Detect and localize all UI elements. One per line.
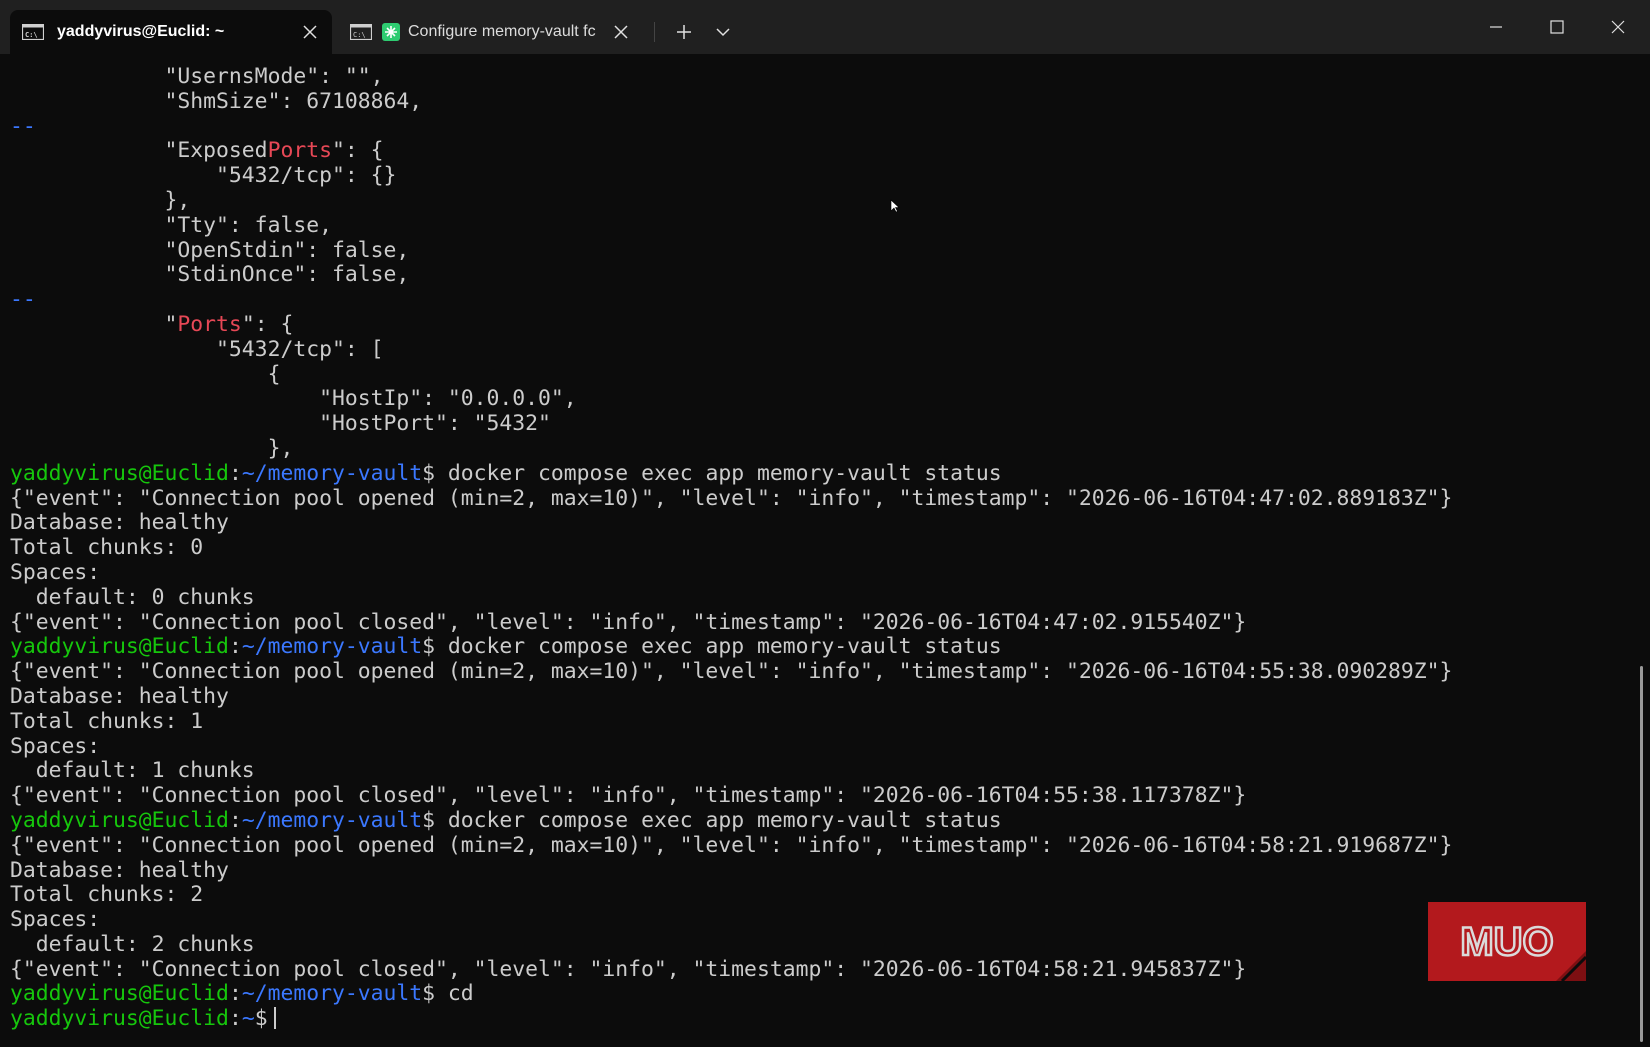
output-line: "ExposedPorts": { bbox=[10, 138, 1630, 164]
tab-label: yaddyvirus@Euclid: ~ bbox=[57, 23, 225, 40]
tab-bar: C:\ yaddyvirus@Euclid: ~ C:\ Configure m… bbox=[0, 0, 1650, 54]
prompt-path: ~/memory-vault bbox=[241, 981, 423, 1007]
output-line: Spaces: bbox=[10, 907, 101, 933]
match-highlight: Ports bbox=[267, 138, 332, 164]
match-highlight: Ports bbox=[177, 311, 242, 337]
prompt-symbol: $ bbox=[422, 981, 436, 1007]
output-line: default: 2 chunks bbox=[10, 931, 255, 957]
scrollbar-thumb[interactable] bbox=[1640, 666, 1643, 1042]
output-line: Total chunks: 2 bbox=[10, 882, 204, 908]
close-window-button[interactable] bbox=[1588, 0, 1648, 54]
text-segment: ": { bbox=[331, 138, 384, 164]
prompt-symbol: $ bbox=[422, 807, 436, 833]
log-line: {"event": "Connection pool closed", "lev… bbox=[10, 609, 1247, 635]
text-segment: ": { bbox=[241, 311, 294, 337]
output-line: Total chunks: 1 bbox=[10, 708, 204, 734]
close-tab-icon[interactable] bbox=[292, 14, 328, 50]
output-line: "OpenStdin": false, bbox=[10, 237, 410, 263]
output-line: Spaces: bbox=[10, 559, 101, 585]
minimize-button[interactable] bbox=[1466, 0, 1526, 54]
plus-icon bbox=[677, 25, 691, 39]
text-cursor bbox=[273, 1007, 276, 1030]
grep-separator: -- bbox=[10, 287, 36, 313]
command-text: docker compose exec app memory-vault sta… bbox=[435, 634, 1002, 660]
tab-configure-memory-vault[interactable]: C:\ Configure memory-vault fc bbox=[338, 10, 643, 54]
log-line: {"event": "Connection pool opened (min=2… bbox=[10, 485, 1453, 511]
prompt-symbol: $ bbox=[422, 460, 436, 486]
svg-text:C:\: C:\ bbox=[25, 31, 38, 39]
output-line: Database: healthy bbox=[10, 857, 229, 883]
output-line: "5432/tcp": {} bbox=[10, 163, 397, 189]
output-line: "UsernsMode": "", bbox=[10, 64, 384, 89]
output-line: Spaces: bbox=[10, 733, 101, 759]
tab-divider bbox=[654, 22, 655, 42]
output-line: "Tty": false, bbox=[10, 212, 332, 238]
tab-ubuntu-shell[interactable]: C:\ yaddyvirus@Euclid: ~ bbox=[10, 10, 332, 54]
current-prompt-line[interactable]: yaddyvirus@Euclid:~$ bbox=[10, 1006, 1630, 1032]
prompt-line: yaddyvirus@Euclid:~/memory-vault$ cd bbox=[10, 981, 474, 1007]
new-tab-button[interactable] bbox=[666, 14, 702, 50]
terminal-icon: C:\ bbox=[350, 24, 372, 40]
output-line: Database: healthy bbox=[10, 510, 229, 536]
log-line: {"event": "Connection pool closed", "lev… bbox=[10, 956, 1247, 982]
output-line: "ShmSize": 67108864, bbox=[10, 88, 423, 114]
output-line: Total chunks: 0 bbox=[10, 535, 204, 561]
output-line: default: 0 chunks bbox=[10, 584, 255, 610]
terminal-window: C:\ yaddyvirus@Euclid: ~ C:\ Configure m… bbox=[0, 0, 1650, 1047]
minimize-icon bbox=[1490, 26, 1502, 28]
watermark-text: MUO bbox=[1460, 920, 1553, 964]
prompt-symbol: $ bbox=[254, 1006, 268, 1032]
command-text: docker compose exec app memory-vault sta… bbox=[435, 807, 1002, 833]
prompt-line: yaddyvirus@Euclid:~/memory-vault$ docker… bbox=[10, 807, 1002, 833]
prompt-user: yaddyvirus@Euclid bbox=[10, 1006, 229, 1032]
prompt-user: yaddyvirus@Euclid bbox=[10, 981, 229, 1007]
svg-text:C:\: C:\ bbox=[353, 31, 366, 39]
prompt-symbol: $ bbox=[422, 634, 436, 660]
output-line: "StdinOnce": false, bbox=[10, 262, 410, 288]
close-icon bbox=[1611, 20, 1625, 34]
output-line: "Ports": { bbox=[10, 311, 1630, 338]
close-tab-icon[interactable] bbox=[603, 14, 639, 50]
prompt-path: ~/memory-vault bbox=[241, 634, 423, 660]
command-text: cd bbox=[435, 981, 474, 1007]
output-line: "HostPort": "5432" bbox=[10, 411, 551, 437]
output-line: Database: healthy bbox=[10, 683, 229, 709]
output-line: }, bbox=[10, 435, 294, 461]
prompt-user: yaddyvirus@Euclid bbox=[10, 460, 229, 486]
maximize-icon bbox=[1550, 20, 1564, 34]
claude-icon bbox=[382, 23, 400, 41]
log-line: {"event": "Connection pool closed", "lev… bbox=[10, 783, 1247, 809]
output-line: default: 1 chunks bbox=[10, 758, 255, 784]
terminal-icon: C:\ bbox=[22, 24, 44, 40]
chevron-down-icon bbox=[716, 28, 730, 37]
output-line: "5432/tcp": [ bbox=[10, 336, 384, 362]
prompt-line: yaddyvirus@Euclid:~/memory-vault$ docker… bbox=[10, 634, 1002, 660]
prompt-path: ~ bbox=[241, 1006, 255, 1032]
prompt-user: yaddyvirus@Euclid bbox=[10, 634, 229, 660]
output-line: }, bbox=[10, 187, 191, 213]
output-line: "HostIp": "0.0.0.0", bbox=[10, 386, 577, 412]
log-line: {"event": "Connection pool opened (min=2… bbox=[10, 832, 1453, 858]
output-line: { bbox=[10, 361, 281, 387]
log-line: {"event": "Connection pool opened (min=2… bbox=[10, 659, 1453, 685]
text-segment: "Exposed bbox=[10, 138, 268, 164]
command-text: docker compose exec app memory-vault sta… bbox=[435, 460, 1002, 486]
text-segment: " bbox=[10, 311, 178, 337]
maximize-button[interactable] bbox=[1527, 0, 1587, 54]
tab-label: Configure memory-vault fc bbox=[408, 23, 596, 40]
prompt-user: yaddyvirus@Euclid bbox=[10, 807, 229, 833]
prompt-line: yaddyvirus@Euclid:~/memory-vault$ docker… bbox=[10, 460, 1002, 486]
prompt-path: ~/memory-vault bbox=[241, 807, 423, 833]
terminal-output[interactable]: "UsernsMode": "", "ShmSize": 67108864, -… bbox=[10, 54, 1630, 1047]
grep-separator: -- bbox=[10, 113, 36, 139]
profile-dropdown-button[interactable] bbox=[705, 14, 741, 50]
mouse-pointer-icon bbox=[890, 199, 900, 213]
prompt-path: ~/memory-vault bbox=[241, 460, 423, 486]
muo-watermark-logo: MUO bbox=[1428, 902, 1586, 981]
